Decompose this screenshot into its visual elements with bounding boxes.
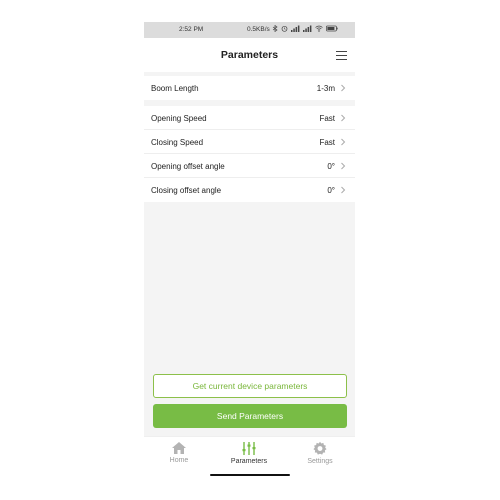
gear-icon — [313, 441, 327, 455]
param-label: Boom Length — [151, 84, 199, 93]
status-bar: 2:52 PM 0.5KB/s — [144, 22, 355, 38]
network-speed: 0.5KB/s — [247, 26, 270, 33]
param-value: Fast — [319, 114, 335, 123]
chevron-right-icon — [341, 186, 346, 194]
param-label: Closing offset angle — [151, 186, 222, 195]
tab-label: Parameters — [230, 458, 268, 465]
alarm-icon — [281, 25, 288, 32]
param-label: Opening offset angle — [151, 162, 225, 171]
sliders-icon — [242, 442, 256, 455]
params-group-motion: Opening Speed Fast Closing Speed Fast Op… — [144, 106, 355, 202]
bluetooth-icon — [272, 25, 278, 32]
page-title: Parameters — [220, 49, 279, 61]
battery-icon — [326, 25, 338, 32]
signal-icon — [291, 25, 300, 32]
wifi-icon — [315, 25, 323, 32]
home-icon — [172, 442, 186, 454]
tab-home[interactable]: Home — [149, 441, 209, 473]
home-indicator — [210, 474, 290, 476]
send-parameters-button[interactable]: Send Parameters — [153, 404, 347, 428]
param-label: Opening Speed — [151, 114, 207, 123]
bottom-tab-bar: Home Parameters Settings — [144, 436, 355, 478]
params-group-boom: Boom Length 1-3m — [144, 76, 355, 100]
status-icons — [272, 25, 338, 32]
chevron-right-icon — [341, 84, 346, 92]
param-value: 0° — [327, 162, 335, 171]
tab-label: Home — [169, 457, 189, 464]
param-value: Fast — [319, 138, 335, 147]
param-row-boom-length[interactable]: Boom Length 1-3m — [144, 76, 355, 100]
tab-parameters[interactable]: Parameters — [219, 441, 279, 473]
param-value: 1-3m — [316, 84, 335, 93]
hamburger-menu-icon[interactable] — [336, 51, 347, 60]
chevron-right-icon — [341, 114, 346, 122]
status-time: 2:52 PM — [179, 26, 204, 33]
chevron-right-icon — [341, 138, 346, 146]
phone-screen: 2:52 PM 0.5KB/s Parameters Boom Length 1… — [144, 22, 355, 478]
param-label: Closing Speed — [151, 138, 204, 147]
param-row-opening-offset-angle[interactable]: Opening offset angle 0° — [144, 154, 355, 178]
tab-label: Settings — [307, 458, 333, 465]
param-row-closing-speed[interactable]: Closing Speed Fast — [144, 130, 355, 154]
param-row-opening-speed[interactable]: Opening Speed Fast — [144, 106, 355, 130]
tab-settings[interactable]: Settings — [290, 441, 350, 473]
app-header: Parameters — [144, 38, 355, 72]
chevron-right-icon — [341, 162, 346, 170]
get-current-parameters-button[interactable]: Get current device parameters — [153, 374, 347, 398]
param-row-closing-offset-angle[interactable]: Closing offset angle 0° — [144, 178, 355, 202]
param-value: 0° — [327, 186, 335, 195]
signal-icon-2 — [303, 25, 312, 32]
